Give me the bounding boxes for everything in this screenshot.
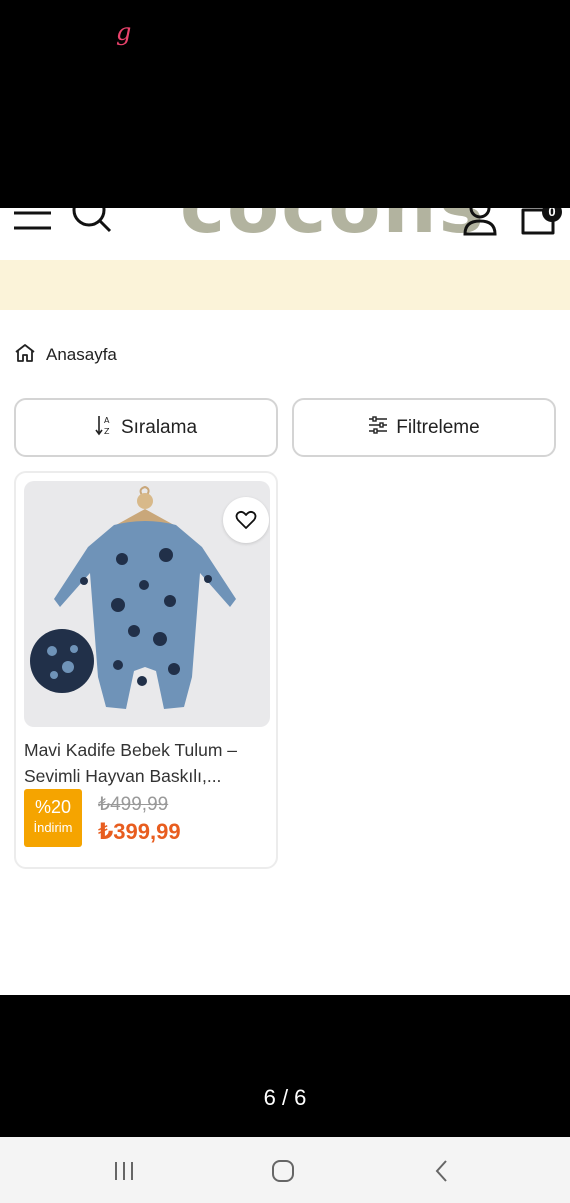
store-logo[interactable]: cocons (180, 208, 486, 244)
site-header: cocons 0 (0, 208, 570, 260)
add-to-favorites-button[interactable] (223, 497, 269, 543)
breadcrumb-home-link[interactable]: Anasayfa (46, 345, 117, 365)
store-page: cocons 0 Anasayfa AZ Sıralama Filtreleme (0, 208, 570, 995)
home-icon[interactable] (14, 343, 36, 368)
home-icon[interactable] (268, 1156, 298, 1186)
cart-count-badge: 0 (542, 208, 562, 222)
sale-price: ₺399,99 (98, 819, 181, 844)
discount-percent: %20 (34, 797, 72, 817)
discount-label: İndirim (33, 820, 73, 835)
recent-apps-icon[interactable] (109, 1156, 139, 1186)
discount-badge: %20 İndirim (24, 789, 82, 847)
sort-button[interactable]: AZ Sıralama (14, 398, 278, 457)
svg-text:Z: Z (104, 427, 110, 436)
product-image[interactable] (24, 481, 270, 727)
filter-label: Filtreleme (396, 416, 480, 438)
breadcrumb: Anasayfa (14, 343, 117, 368)
notification-glyph: g (116, 18, 132, 46)
listing-controls: AZ Sıralama Filtreleme (14, 398, 556, 458)
filter-button[interactable]: Filtreleme (292, 398, 556, 457)
menu-icon[interactable] (14, 208, 52, 239)
status-area: g (0, 0, 570, 208)
product-title[interactable]: Mavi Kadife Bebek Tulum – Sevimli Hayvan… (24, 737, 272, 789)
system-navigation-bar (0, 1137, 570, 1203)
filter-sliders-icon (368, 416, 388, 439)
svg-text:A: A (104, 416, 110, 425)
announcement-bar (0, 260, 570, 310)
search-icon[interactable] (70, 208, 114, 241)
sort-label: Sıralama (120, 416, 198, 438)
heart-icon (235, 510, 257, 529)
user-icon[interactable] (460, 208, 500, 241)
original-price: ₺499,99 (98, 794, 169, 815)
page-counter: 6 / 6 (263, 1085, 307, 1110)
back-icon[interactable] (427, 1156, 457, 1186)
media-overlay: 6 / 6 (0, 995, 570, 1137)
sort-az-icon: AZ (95, 414, 113, 441)
product-card[interactable]: Mavi Kadife Bebek Tulum – Sevimli Hayvan… (14, 471, 278, 869)
